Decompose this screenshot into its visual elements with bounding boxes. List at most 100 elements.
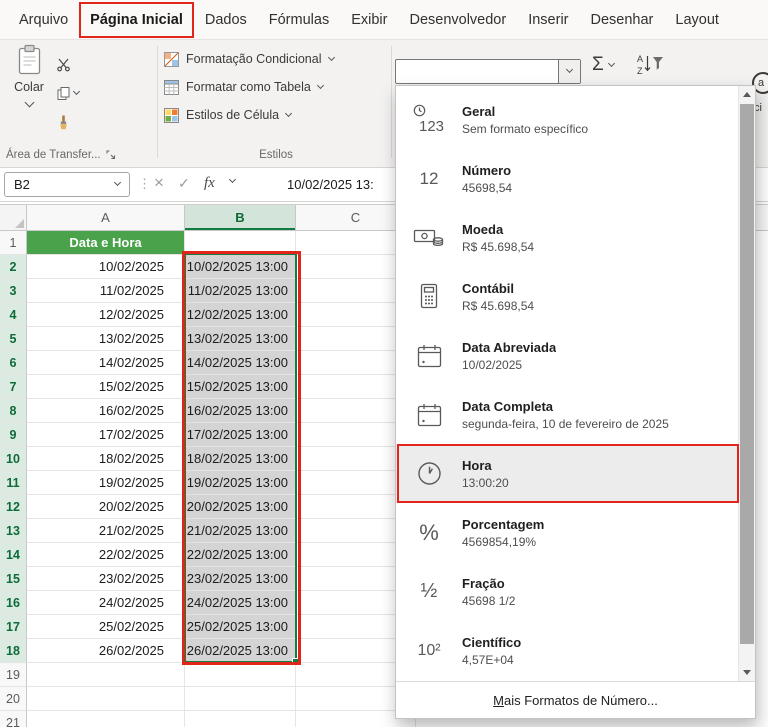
cell-A20[interactable]: [27, 687, 185, 711]
cell-A21[interactable]: [27, 711, 185, 727]
select-all-corner[interactable]: [0, 205, 27, 230]
row-header-8[interactable]: 8: [0, 399, 27, 423]
cell-A1[interactable]: Data e Hora: [27, 231, 185, 255]
format-option-geral[interactable]: 123GeralSem formato específico: [396, 90, 738, 149]
autosum-button[interactable]: Σ: [592, 54, 614, 76]
tab-desenhar[interactable]: Desenhar: [580, 2, 665, 38]
sort-filter-button[interactable]: A Z: [636, 52, 664, 82]
enter-icon[interactable]: ✓: [178, 175, 190, 192]
name-box[interactable]: B2: [4, 172, 130, 197]
cell-B15[interactable]: 23/02/2025 13:00: [185, 567, 296, 591]
format-option-cientifico[interactable]: 10²Científico4,57E+04: [396, 621, 738, 680]
cell-B9[interactable]: 17/02/2025 13:00: [185, 423, 296, 447]
format-option-data-abreviada[interactable]: Data Abreviada10/02/2025: [396, 326, 738, 385]
row-header-6[interactable]: 6: [0, 351, 27, 375]
cell-A8[interactable]: 16/02/2025: [27, 399, 185, 423]
cell-B17[interactable]: 25/02/2025 13:00: [185, 615, 296, 639]
format-option-porcentagem[interactable]: %Porcentagem4569854,19%: [396, 503, 738, 562]
cell-B7[interactable]: 15/02/2025 13:00: [185, 375, 296, 399]
cell-B12[interactable]: 20/02/2025 13:00: [185, 495, 296, 519]
cell-B8[interactable]: 16/02/2025 13:00: [185, 399, 296, 423]
cell-B21[interactable]: [185, 711, 296, 727]
formula-text[interactable]: 10/02/2025 13:: [287, 177, 374, 192]
number-format-combobox[interactable]: [395, 59, 581, 84]
cell-A4[interactable]: 12/02/2025: [27, 303, 185, 327]
format-option-numero[interactable]: 12Número45698,54: [396, 149, 738, 208]
dialog-launcher-icon[interactable]: [106, 150, 116, 160]
tab-pagina-inicial[interactable]: Página Inicial: [79, 2, 194, 38]
row-header-21[interactable]: 21: [0, 711, 27, 727]
column-header-b[interactable]: B: [185, 205, 296, 230]
format-as-table-button[interactable]: Formatar como Tabela: [164, 76, 323, 98]
cell-A17[interactable]: 25/02/2025: [27, 615, 185, 639]
scroll-up-button[interactable]: [739, 86, 755, 103]
scroll-down-button[interactable]: [739, 664, 755, 681]
format-option-hora[interactable]: Hora13:00:20: [396, 444, 738, 503]
cell-B4[interactable]: 12/02/2025 13:00: [185, 303, 296, 327]
row-header-4[interactable]: 4: [0, 303, 27, 327]
cell-A9[interactable]: 17/02/2025: [27, 423, 185, 447]
cell-B2[interactable]: 10/02/2025 13:00: [185, 255, 296, 279]
format-option-contabil[interactable]: ContábilR$ 45.698,54: [396, 267, 738, 326]
cell-A10[interactable]: 18/02/2025: [27, 447, 185, 471]
cell-B16[interactable]: 24/02/2025 13:00: [185, 591, 296, 615]
tab-exibir[interactable]: Exibir: [340, 2, 398, 38]
row-header-19[interactable]: 19: [0, 663, 27, 687]
cell-A14[interactable]: 22/02/2025: [27, 543, 185, 567]
cell-A3[interactable]: 11/02/2025: [27, 279, 185, 303]
more-number-formats[interactable]: Mais Formatos de Número...: [396, 682, 755, 718]
cell-B11[interactable]: 19/02/2025 13:00: [185, 471, 296, 495]
row-header-13[interactable]: 13: [0, 519, 27, 543]
format-option-moeda[interactable]: MoedaR$ 45.698,54: [396, 208, 738, 267]
cell-A13[interactable]: 21/02/2025: [27, 519, 185, 543]
cell-A7[interactable]: 15/02/2025: [27, 375, 185, 399]
cell-B3[interactable]: 11/02/2025 13:00: [185, 279, 296, 303]
row-header-11[interactable]: 11: [0, 471, 27, 495]
tab-arquivo[interactable]: Arquivo: [8, 2, 79, 38]
insert-function-icon[interactable]: fx: [204, 175, 215, 192]
cell-B18[interactable]: 26/02/2025 13:00: [185, 639, 296, 663]
row-header-15[interactable]: 15: [0, 567, 27, 591]
row-header-17[interactable]: 17: [0, 615, 27, 639]
cell-A6[interactable]: 14/02/2025: [27, 351, 185, 375]
copy-button[interactable]: [56, 83, 90, 103]
row-header-7[interactable]: 7: [0, 375, 27, 399]
cell-B13[interactable]: 21/02/2025 13:00: [185, 519, 296, 543]
cancel-icon[interactable]: ×: [154, 173, 164, 193]
conditional-formatting-button[interactable]: Formatação Condicional: [164, 48, 334, 70]
row-header-1[interactable]: 1: [0, 231, 27, 255]
cell-A2[interactable]: 10/02/2025: [27, 255, 185, 279]
cell-B5[interactable]: 13/02/2025 13:00: [185, 327, 296, 351]
cell-A19[interactable]: [27, 663, 185, 687]
cell-B6[interactable]: 14/02/2025 13:00: [185, 351, 296, 375]
menu-scrollbar[interactable]: [738, 86, 755, 681]
format-painter-button[interactable]: [56, 112, 90, 132]
format-option-data-completa[interactable]: Data Completasegunda-feira, 10 de fevere…: [396, 385, 738, 444]
cell-A16[interactable]: 24/02/2025: [27, 591, 185, 615]
tab-dados[interactable]: Dados: [194, 2, 258, 38]
cell-B1[interactable]: [185, 231, 296, 255]
cell-A18[interactable]: 26/02/2025: [27, 639, 185, 663]
cell-B14[interactable]: 22/02/2025 13:00: [185, 543, 296, 567]
row-header-12[interactable]: 12: [0, 495, 27, 519]
cell-B10[interactable]: 18/02/2025 13:00: [185, 447, 296, 471]
row-header-16[interactable]: 16: [0, 591, 27, 615]
row-header-2[interactable]: 2: [0, 255, 27, 279]
tab-layout[interactable]: Layout: [664, 2, 730, 38]
cell-A11[interactable]: 19/02/2025: [27, 471, 185, 495]
row-header-3[interactable]: 3: [0, 279, 27, 303]
format-option-fracao[interactable]: ½Fração45698 1/2: [396, 562, 738, 621]
row-header-9[interactable]: 9: [0, 423, 27, 447]
scrollbar-thumb[interactable]: [740, 104, 754, 644]
cell-styles-button[interactable]: Estilos de Célula: [164, 104, 291, 126]
cell-A12[interactable]: 20/02/2025: [27, 495, 185, 519]
paste-button[interactable]: Colar: [6, 44, 52, 140]
row-header-14[interactable]: 14: [0, 543, 27, 567]
tab-desenvolvedor[interactable]: Desenvolvedor: [398, 2, 517, 38]
cell-B19[interactable]: [185, 663, 296, 687]
cut-button[interactable]: [56, 54, 90, 74]
cell-B20[interactable]: [185, 687, 296, 711]
tab-inserir[interactable]: Inserir: [517, 2, 579, 38]
row-header-10[interactable]: 10: [0, 447, 27, 471]
combobox-arrow-button[interactable]: [558, 60, 580, 83]
